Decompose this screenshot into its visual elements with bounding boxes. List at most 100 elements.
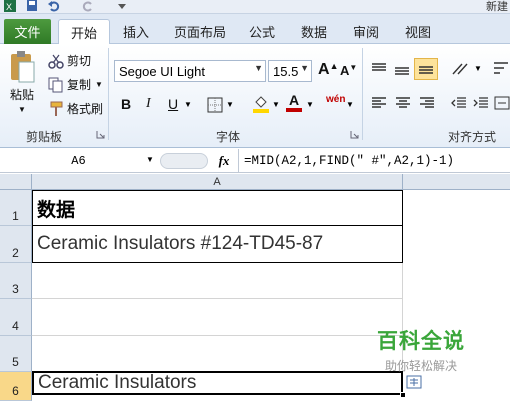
chevron-down-icon[interactable]: ▼ [306, 100, 314, 109]
excel-logo-icon: X [4, 0, 16, 12]
scissors-icon [48, 54, 64, 69]
redo-icon[interactable] [82, 0, 94, 12]
tab-view[interactable]: 视图 [400, 19, 436, 44]
row-header[interactable]: 4 [0, 299, 32, 336]
fill-color-icon[interactable] [252, 94, 270, 114]
format-painter-label: 格式刷 [67, 102, 104, 116]
formula-bar: A6 ▼ fx =MID(A2,1,FIND(" #",A2,1)-1) [0, 149, 510, 173]
ribbon-tabs: 文件 开始 插入 页面布局 公式 数据 审阅 视图 [0, 14, 510, 45]
underline-button[interactable]: U [168, 96, 178, 112]
cell-a3[interactable] [32, 263, 403, 299]
align-top-icon[interactable] [370, 62, 388, 76]
tab-review[interactable]: 审阅 [348, 19, 384, 44]
copy-button[interactable]: 复制 ▼ [48, 76, 103, 93]
cell-a1[interactable]: 数据 [32, 190, 403, 226]
group-divider [362, 48, 363, 140]
font-name-combo[interactable]: Segoe UI Light ▼ [114, 60, 266, 82]
grow-font-button[interactable]: A ▲ [318, 61, 338, 79]
clipboard-group-label: 剪贴板 [26, 130, 63, 144]
tab-page-layout[interactable]: 页面布局 [170, 19, 230, 44]
chevron-down-icon[interactable]: ▼ [18, 105, 26, 114]
row-header[interactable]: 1 [0, 190, 32, 226]
row-header[interactable]: 2 [0, 226, 32, 263]
merge-center-icon[interactable] [494, 96, 510, 110]
chevron-down-icon[interactable]: ▼ [272, 100, 280, 109]
chevron-down-icon[interactable]: ▼ [95, 80, 103, 89]
paste-button[interactable]: 粘贴 ▼ [6, 50, 38, 120]
cell-a4[interactable] [32, 299, 403, 336]
orientation-icon[interactable] [450, 60, 472, 78]
dialog-launcher-icon[interactable] [350, 130, 359, 139]
row-header[interactable]: 5 [0, 336, 32, 372]
font-size-value: 15.5 [273, 63, 299, 79]
chevron-down-icon[interactable]: ▼ [254, 63, 263, 73]
wrap-text-icon[interactable] [492, 60, 510, 76]
row-header[interactable]: 3 [0, 263, 32, 299]
phonetic-icon: wén [326, 94, 346, 105]
chevron-down-icon[interactable]: ▼ [300, 63, 309, 73]
chevron-down-icon[interactable]: ▼ [146, 155, 154, 164]
formula-controls [160, 153, 208, 169]
paste-label: 粘贴 [9, 88, 34, 102]
font-size-combo[interactable]: 15.5 ▼ [268, 60, 312, 82]
formula-input[interactable]: =MID(A2,1,FIND(" #",A2,1)-1) [244, 152, 454, 170]
cell-a5[interactable] [32, 336, 403, 372]
borders-icon[interactable] [207, 97, 223, 113]
watermark-logo: 百科全说 助你轻松解决 [356, 325, 486, 383]
paste-icon [11, 51, 35, 83]
format-painter-button[interactable]: 格式刷 [48, 100, 103, 117]
select-all-corner[interactable] [0, 174, 32, 190]
chevron-down-icon[interactable]: ▼ [346, 100, 354, 109]
tab-data[interactable]: 数据 [296, 19, 332, 44]
cut-label: 剪切 [67, 54, 92, 68]
column-header-area [403, 174, 510, 190]
formula-divider [238, 149, 239, 173]
tab-insert[interactable]: 插入 [118, 19, 154, 44]
dialog-launcher-icon[interactable] [96, 130, 105, 139]
font-color-icon: A [288, 92, 300, 108]
bold-button[interactable]: B [121, 96, 131, 112]
phonetic-button[interactable]: wén [326, 94, 345, 105]
chevron-down-icon[interactable]: ▼ [226, 100, 234, 109]
tab-formulas[interactable]: 公式 [244, 19, 280, 44]
align-right-icon[interactable] [418, 96, 436, 110]
undo-icon[interactable] [48, 0, 60, 12]
group-divider [108, 48, 109, 140]
align-center-icon[interactable] [394, 96, 412, 110]
tab-home[interactable]: 开始 [58, 19, 110, 45]
chevron-down-icon[interactable]: ▼ [184, 100, 192, 109]
grow-font-icon: A [318, 61, 330, 78]
increase-indent-icon[interactable] [472, 96, 490, 110]
customize-qat-icon[interactable] [116, 0, 128, 12]
row-header-selected[interactable]: 6 [0, 372, 32, 401]
decrease-indent-icon[interactable] [450, 96, 468, 110]
align-middle-icon[interactable] [393, 64, 411, 78]
cell-a2[interactable]: Ceramic Insulators #124-TD45-87 [32, 226, 403, 263]
alignment-group-label: 对齐方式 [448, 130, 497, 144]
watermark-title: 百科全说 [377, 330, 465, 353]
font-name-value: Segoe UI Light [119, 63, 206, 79]
font-color-button[interactable]: A [286, 92, 302, 112]
fill-handle[interactable] [400, 392, 406, 398]
align-left-icon[interactable] [370, 96, 388, 110]
window-title: 新建 [486, 1, 508, 13]
chevron-down-icon[interactable]: ▼ [474, 64, 482, 73]
insert-function-button[interactable]: fx [214, 151, 234, 171]
cell-a6[interactable]: Ceramic Insulators [32, 371, 403, 395]
title-bar: X 新建 [0, 0, 510, 14]
svg-text:X: X [6, 2, 12, 12]
align-bottom-button[interactable] [414, 58, 438, 80]
tab-file[interactable]: 文件 [4, 19, 51, 44]
save-icon[interactable] [26, 0, 38, 12]
name-box[interactable]: A6 [2, 152, 155, 170]
cut-button[interactable]: 剪切 [48, 52, 91, 69]
ribbon: 粘贴 ▼ 剪切 复制 ▼ 格式刷 剪贴板 Segoe UI Light ▼ 15… [0, 44, 510, 148]
shrink-font-icon: A [340, 63, 350, 78]
watermark-subtitle: 助你轻松解决 [384, 359, 457, 373]
align-bottom-icon [419, 66, 433, 74]
copy-icon [48, 77, 63, 92]
font-group-label: 字体 [216, 130, 241, 144]
shrink-font-button[interactable]: A ▼ [340, 63, 357, 78]
column-header-a[interactable]: A [32, 174, 403, 190]
italic-button[interactable]: I [146, 96, 151, 112]
